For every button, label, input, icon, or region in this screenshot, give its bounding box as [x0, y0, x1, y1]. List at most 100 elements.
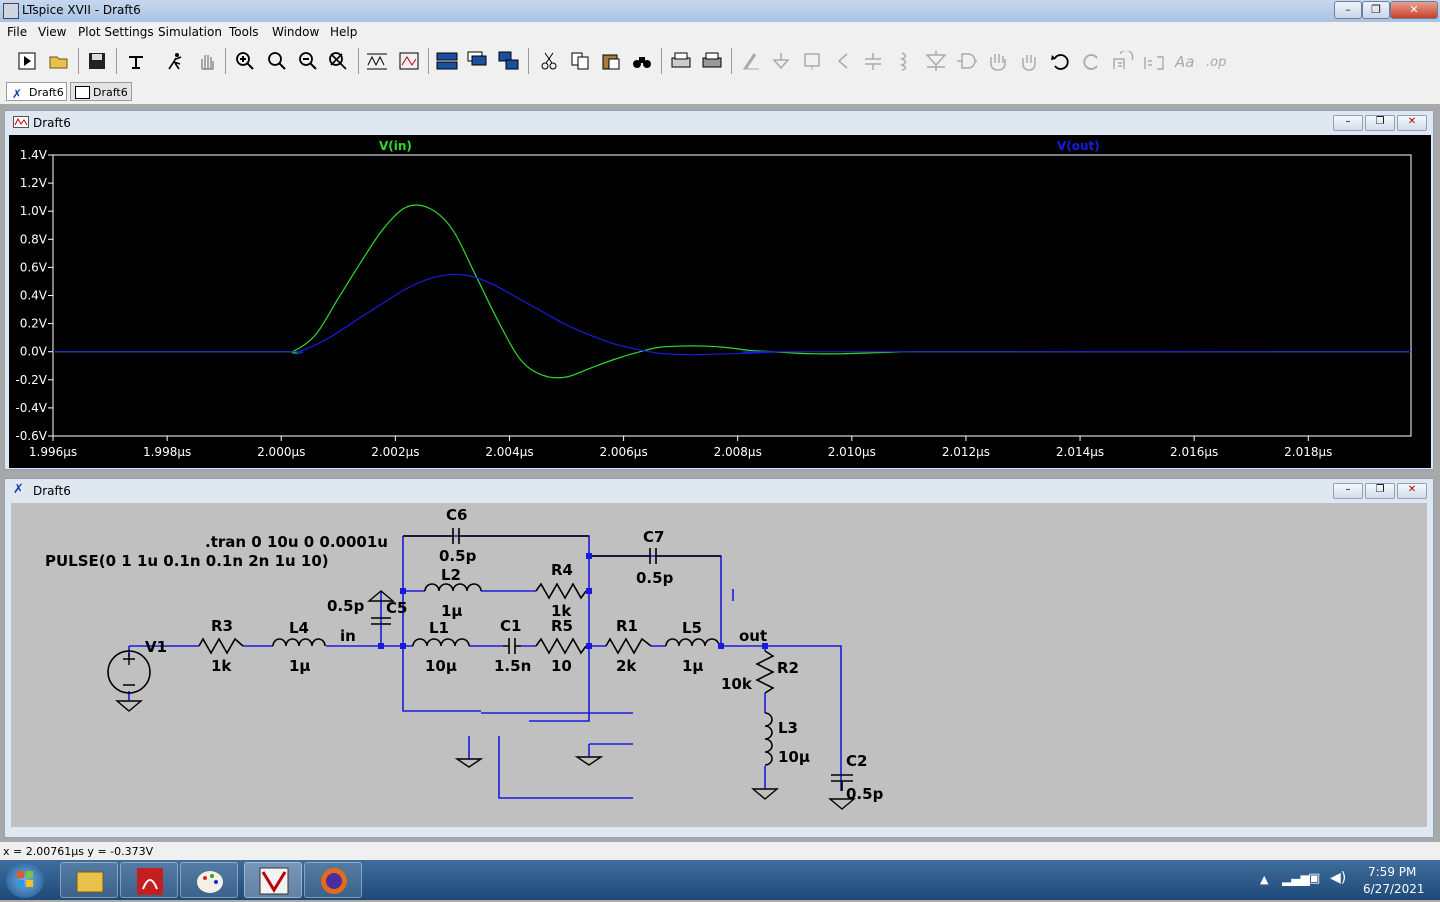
- taskbar-firefox[interactable]: [304, 862, 362, 898]
- schematic-icon: ✗: [12, 87, 23, 101]
- close-button[interactable]: ✕: [1390, 1, 1438, 19]
- menu-file[interactable]: File: [7, 25, 27, 39]
- plot-background: [9, 135, 1431, 468]
- waveform-restore-button[interactable]: ❐: [1365, 115, 1395, 131]
- clock-time[interactable]: 7:59 PM: [1368, 865, 1416, 879]
- y-tick-label: -0.4V: [15, 401, 47, 415]
- x-tick-label: 2.018µs: [1284, 445, 1332, 459]
- cut-icon[interactable]: [538, 50, 560, 72]
- x-tick-label: 2.002µs: [371, 445, 419, 459]
- schematic-close-button[interactable]: ✕: [1397, 483, 1427, 499]
- y-tick-label: 0.0V: [20, 345, 48, 359]
- tab-waveform[interactable]: Draft6: [70, 82, 132, 101]
- schematic-window-title: Draft6: [33, 484, 71, 498]
- taskbar-acrobat[interactable]: [120, 862, 178, 898]
- menu-help[interactable]: Help: [330, 25, 357, 39]
- print-preview-icon[interactable]: [670, 50, 692, 72]
- label-r5: R5: [551, 617, 573, 635]
- trace-label-v-out: V(out): [1057, 139, 1100, 153]
- menu-tools[interactable]: Tools: [229, 25, 259, 39]
- value-r5: 10: [551, 657, 572, 675]
- new-schematic-icon[interactable]: [16, 50, 38, 72]
- waveform-minimize-button[interactable]: –: [1333, 115, 1363, 131]
- zoom-out-icon[interactable]: [297, 50, 319, 72]
- manual-limits-icon[interactable]: [398, 50, 420, 72]
- undo-icon[interactable]: [1049, 50, 1071, 72]
- toolbar-separator: [661, 48, 662, 74]
- value-r2: 10k: [721, 675, 753, 693]
- toolbar-separator: [358, 48, 359, 74]
- save-icon[interactable]: [86, 50, 108, 72]
- schematic-window-icon: ✗: [13, 482, 24, 497]
- find-icon[interactable]: [631, 50, 653, 72]
- minimize-button[interactable]: –: [1334, 1, 1362, 19]
- menu-plot-settings[interactable]: Plot Settings: [78, 25, 154, 39]
- svg-text:Aa: Aa: [1174, 53, 1194, 71]
- tray-chevron-icon[interactable]: ▲: [1260, 873, 1268, 886]
- value-r1: 2k: [616, 657, 637, 675]
- value-l5: 1µ: [682, 657, 703, 675]
- waveform-plot[interactable]: 1.4V 1.2V 1.0V 0.8V 0.6V 0.4V 0.2V 0.0V -0.2V -0.…: [9, 135, 1431, 468]
- pan-icon[interactable]: [266, 50, 288, 72]
- tab-schematic[interactable]: ✗ Draft6: [6, 82, 67, 101]
- x-tick-label: 1.998µs: [143, 445, 191, 459]
- status-bar: x = 2.00761µs y = -0.373V: [0, 842, 1440, 860]
- diode-icon: [925, 50, 947, 72]
- draw-wire-icon: [740, 50, 762, 72]
- clock-date[interactable]: 6/27/2021: [1363, 882, 1425, 896]
- value-c5: 0.5p: [327, 597, 365, 615]
- tile-vertical-icon[interactable]: [498, 50, 520, 72]
- cascade-icon[interactable]: [467, 50, 489, 72]
- print-icon[interactable]: [701, 50, 723, 72]
- schematic-restore-button[interactable]: ❐: [1365, 483, 1395, 499]
- x-tick-label: 2.016µs: [1170, 445, 1218, 459]
- label-r3: R3: [211, 617, 233, 635]
- maximize-button[interactable]: ❐: [1362, 1, 1390, 19]
- toolbar-separator: [528, 48, 529, 74]
- start-button[interactable]: [6, 862, 44, 898]
- menu-window[interactable]: Window: [272, 25, 319, 39]
- toolbar: Aa .op: [0, 42, 1440, 81]
- halt-hand-icon[interactable]: [196, 50, 218, 72]
- open-icon[interactable]: [48, 50, 70, 72]
- menu-view[interactable]: View: [38, 25, 66, 39]
- drag-hand-icon: [1018, 50, 1040, 72]
- x-tick-label: 1.996µs: [29, 445, 77, 459]
- taskbar-ltspice[interactable]: [244, 862, 302, 898]
- tray-usb-icon[interactable]: ▣: [1308, 871, 1320, 886]
- label-c1: C1: [500, 617, 521, 635]
- capacitor-icon: [862, 50, 884, 72]
- waveform-close-button[interactable]: ✕: [1397, 115, 1427, 131]
- control-panel-icon[interactable]: [125, 50, 147, 72]
- spice-directive-icon: .op: [1205, 50, 1227, 72]
- run-icon[interactable]: [164, 50, 186, 72]
- autorange-icon[interactable]: [366, 50, 388, 72]
- copy-icon[interactable]: [569, 50, 591, 72]
- paste-icon[interactable]: [600, 50, 622, 72]
- value-r3: 1k: [211, 657, 232, 675]
- zoom-fit-icon[interactable]: [327, 50, 349, 72]
- tray-network-icon[interactable]: ▂▄▆: [1282, 872, 1310, 886]
- value-l2: 1µ: [441, 602, 462, 620]
- toolbar-separator: [116, 48, 117, 74]
- taskbar-explorer[interactable]: [60, 862, 118, 898]
- label-net-icon: [801, 50, 823, 72]
- tile-horizontal-icon[interactable]: [436, 50, 458, 72]
- label-c7: C7: [643, 528, 664, 546]
- component-icon: [956, 50, 978, 72]
- schematic-canvas[interactable]: .tran 0 10u 0 0.0001u PULSE(0 1 1u 0.1n …: [11, 503, 1427, 827]
- schematic-minimize-button[interactable]: –: [1333, 483, 1363, 499]
- x-tick-label: 2.000µs: [257, 445, 305, 459]
- y-tick-label: 0.6V: [20, 260, 48, 274]
- tray-volume-icon[interactable]: ◀): [1330, 870, 1346, 886]
- menu-simulation[interactable]: Simulation: [158, 25, 222, 39]
- taskbar-paint[interactable]: [180, 862, 238, 898]
- menu-bar: File View Plot Settings Simulation Tools…: [0, 22, 1440, 42]
- zoom-in-icon[interactable]: [234, 50, 256, 72]
- tab-waveform-label: Draft6: [93, 86, 128, 99]
- waveform-window: Draft6 – ❐ ✕ 1.4V 1.2V 1.0V 0.8V 0.6V 0.4V 0.2…: [4, 110, 1434, 470]
- window-title: LTspice XVII - Draft6: [22, 3, 141, 17]
- toolbar-separator: [225, 48, 226, 74]
- net-in-label: in: [340, 627, 356, 645]
- ground-icon: [770, 50, 792, 72]
